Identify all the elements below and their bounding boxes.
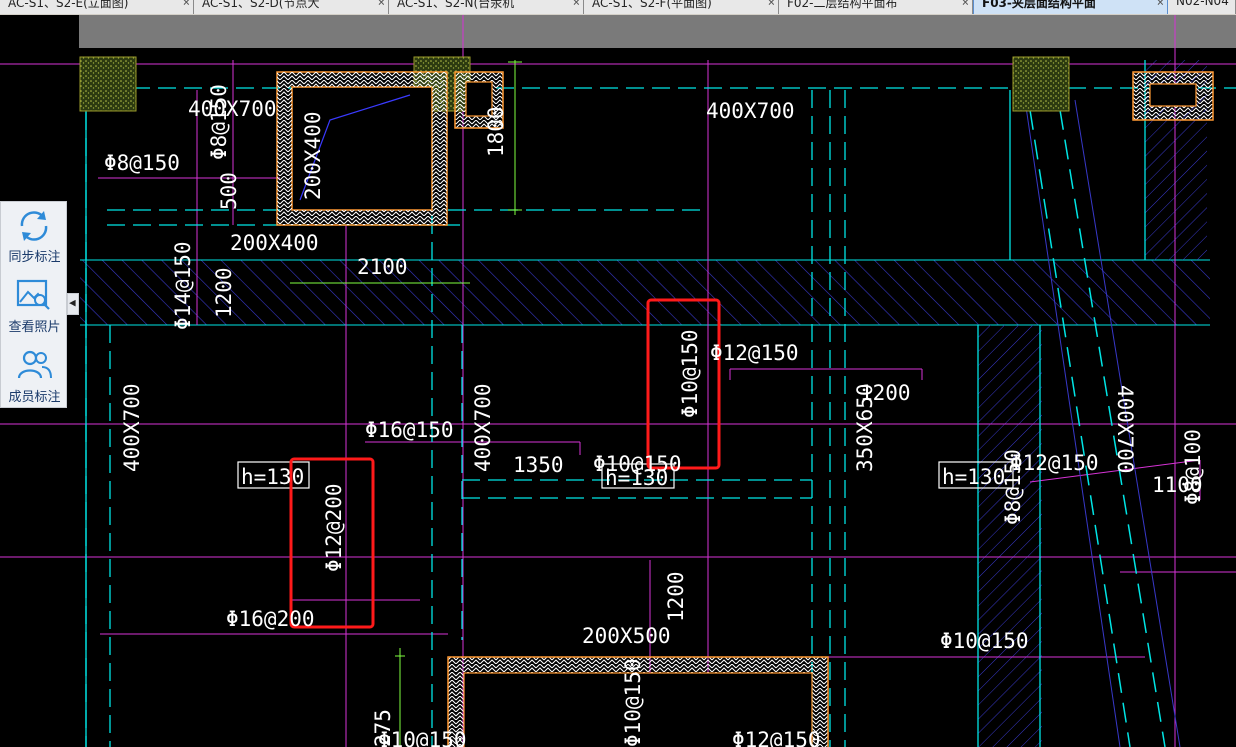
beam-size-label: 350X650 xyxy=(853,383,877,472)
column-concrete[interactable] xyxy=(79,56,137,112)
dimension-label: 275 xyxy=(371,709,395,747)
sidebar-collapse-toggle[interactable]: ◀ xyxy=(67,293,79,315)
sync-icon xyxy=(20,211,48,241)
beam-size-label: 200X400 xyxy=(230,231,319,255)
rebar-label: Φ10@150 xyxy=(678,329,702,418)
rebar-label: Φ16@200 xyxy=(226,607,315,631)
rebar-label: Φ8@100 xyxy=(1181,429,1205,505)
slab-thickness-label: h=130 xyxy=(942,465,1005,489)
rebar-label: Φ12@200 xyxy=(322,483,346,572)
dimension-label: 1800 xyxy=(484,106,508,157)
member-annotation-button[interactable]: 成员标注 xyxy=(1,342,68,410)
chevron-left-icon: ◀ xyxy=(69,296,76,309)
dimension-label: 1200 xyxy=(664,571,688,622)
beam-size-label: 400X700 xyxy=(1113,385,1137,474)
rebar-label: Φ10@150 xyxy=(940,629,1029,653)
dimension-label: 1350 xyxy=(513,453,564,477)
sync-annotation-button[interactable]: 同步标注 xyxy=(1,202,68,270)
dimension-label: 500 xyxy=(217,172,241,210)
slab-thickness-label: h=130 xyxy=(605,466,668,490)
rebar-label: Φ8@150 xyxy=(104,151,180,175)
cad-drawing-canvas[interactable]: 400X700 400X700 Φ8@150 200X400 2100 Φ12@… xyxy=(0,0,1236,747)
opening-top-right[interactable] xyxy=(1132,71,1214,121)
beam-size-label: 400X700 xyxy=(471,383,495,472)
beam-size-label: 400X700 xyxy=(706,99,795,123)
beam-size-label: 200X400 xyxy=(301,111,325,200)
sidebar-item-label: 成员标注 xyxy=(8,390,61,405)
rebar-label: Φ8@150 xyxy=(207,84,231,160)
sidebar-item-label: 同步标注 xyxy=(8,250,61,265)
slab-strip-hatch xyxy=(80,260,1210,325)
dimension-label: 1200 xyxy=(212,267,236,318)
rebar-label: Φ8@150 xyxy=(1001,449,1025,525)
rebar-label: Φ12@150 xyxy=(732,728,821,747)
rebar-label: Φ14@150 xyxy=(171,241,195,330)
wall-hatch-lower xyxy=(978,325,1042,747)
rebar-label: Φ10@150 xyxy=(621,658,645,747)
sidebar-item-label: 查看照片 xyxy=(8,320,61,335)
annotation-sidebar: 同步标注 查看照片 成员标注 xyxy=(0,201,67,408)
photo-icon xyxy=(16,279,50,310)
dimension-label: 2100 xyxy=(357,255,408,279)
view-photo-button[interactable]: 查看照片 xyxy=(1,272,68,340)
slab-thickness-label: h=130 xyxy=(241,465,304,489)
rebar-label: Φ12@150 xyxy=(710,341,799,365)
beam-size-label: 400X700 xyxy=(120,383,144,472)
beam-size-label: 400X700 xyxy=(188,97,277,121)
beam-size-label: 200X500 xyxy=(582,624,671,648)
members-icon xyxy=(17,350,52,379)
column-concrete[interactable] xyxy=(1012,56,1070,112)
rebar-label: Φ16@150 xyxy=(365,418,454,442)
